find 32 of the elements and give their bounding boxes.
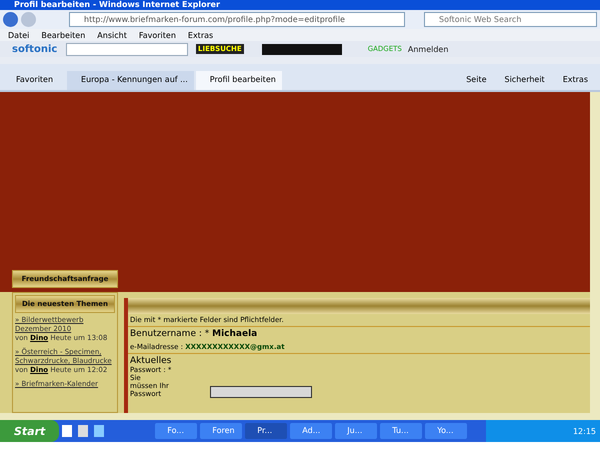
clock: 12:15	[572, 426, 596, 436]
address-field[interactable]: http://www.briefmarken-forum.com/profile.php?mode=editprofile	[69, 12, 405, 27]
horizontal-scrollbar[interactable]	[0, 413, 600, 420]
taskbar-button[interactable]: Yo...	[425, 423, 468, 439]
toolbar-brand[interactable]: softonic	[12, 44, 62, 54]
section-title: Aktuelles	[130, 356, 172, 366]
toolbar-search-field[interactable]	[66, 42, 188, 56]
menu-item[interactable]: Datei	[8, 30, 30, 40]
taskbar-button[interactable]: Ju...	[335, 423, 378, 439]
password-field[interactable]	[210, 386, 312, 398]
browser-tab[interactable]: Europa - Kennungen auf ...	[67, 71, 194, 90]
menu-item[interactable]: Favoriten	[138, 30, 176, 40]
menu-item[interactable]: Ansicht	[97, 30, 127, 40]
signin-link[interactable]: Anmelden	[408, 44, 448, 54]
search-field[interactable]: Softonic Web Search	[424, 12, 597, 27]
username-value: Michaela	[212, 329, 258, 339]
menu-item[interactable]: Extras	[188, 30, 214, 40]
command-menu[interactable]: Extras	[554, 75, 596, 90]
command-menu[interactable]: Seite	[458, 75, 494, 90]
vertical-scrollbar[interactable]	[590, 92, 600, 413]
window-title: Profil bearbeiten - Windows Internet Explorer	[14, 0, 220, 9]
start-button[interactable]: Start	[0, 420, 60, 442]
taskbar-button[interactable]: Ad...	[290, 423, 332, 439]
taskbar-button[interactable]: Fo...	[155, 423, 198, 439]
favorites-button[interactable]: Favoriten	[4, 75, 66, 90]
taskbar-button[interactable]: Pr...	[245, 423, 288, 439]
username-label: Benutzername : *	[130, 329, 210, 339]
command-menu[interactable]: Sicherheit	[496, 75, 553, 90]
browser-tab[interactable]: Profil bearbeiten	[196, 71, 282, 90]
taskbar-button[interactable]: Tu...	[380, 423, 422, 439]
menu-item[interactable]: Bearbeiten	[41, 30, 86, 40]
taskbar-button[interactable]: Foren	[200, 423, 242, 439]
